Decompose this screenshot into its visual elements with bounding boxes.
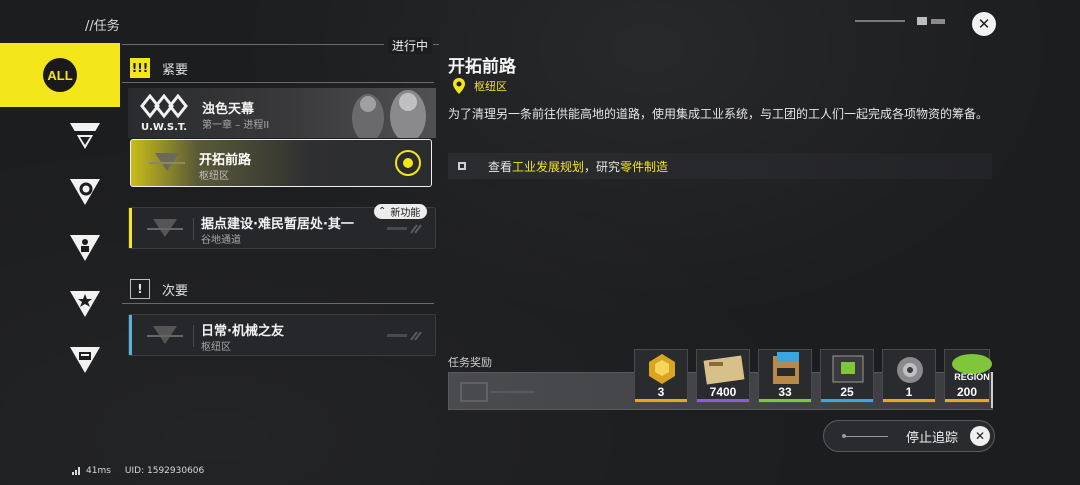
quest-title: 据点建设·难民暂居处·其一 <box>201 217 354 232</box>
footer-status: 41ms UID: 1592930606 <box>72 466 204 476</box>
card-separator <box>193 218 194 240</box>
quest-emblem-icon <box>147 219 183 237</box>
detail-location: 枢纽区 <box>452 78 507 94</box>
section-divider <box>122 303 434 304</box>
side-quest-icon[interactable] <box>68 175 102 209</box>
story-quest-title: 浊色天幕 <box>202 102 255 117</box>
reward-item-voucher[interactable]: 7400 <box>696 349 750 403</box>
rarity-bar <box>759 399 811 402</box>
category-all-label: ALL <box>43 58 77 92</box>
secondary-icon: ! <box>130 279 150 299</box>
uwst-logo: U.W.S.T. <box>140 94 188 133</box>
rarity-bar <box>821 399 873 402</box>
quest-description: 为了清理另一条前往供能高地的道路，使用集成工业系统，与工团的工人们一起完成各项物… <box>448 107 989 121</box>
section-urgent-label: 紧要 <box>162 62 189 78</box>
reward-quantity: 25 <box>840 385 854 399</box>
location-pin-icon <box>453 78 465 94</box>
rarity-bar <box>945 399 989 402</box>
character-icon[interactable] <box>68 231 102 265</box>
quest-subtitle: 枢纽区 <box>201 342 231 353</box>
rewards-label: 任务奖励 <box>448 356 492 369</box>
network-ping: 41ms <box>72 466 111 476</box>
page-title: //任务 <box>85 19 120 34</box>
ping-value: 41ms <box>86 466 111 476</box>
reward-quantity: 7400 <box>709 385 737 399</box>
close-button[interactable]: ✕ <box>972 12 996 36</box>
quest-title: 开拓前路 <box>199 153 252 168</box>
user-uid: UID: 1592930606 <box>124 466 205 476</box>
category-rail: ALL <box>0 43 120 443</box>
new-feature-label: 新功能 <box>390 208 421 219</box>
urgent-stripe <box>129 208 132 248</box>
quest-title: 日常·机械之友 <box>201 324 284 339</box>
reward-quantity: 33 <box>778 385 792 399</box>
reward-item-exp-record[interactable]: 33 <box>758 349 812 403</box>
signal-icon <box>72 467 80 475</box>
close-icon: ✕ <box>977 15 991 33</box>
card-tag-decoration <box>387 331 422 341</box>
story-quest-card[interactable]: U.W.S.T. 浊色天幕 第一章 – 进程II <box>128 88 436 138</box>
detail-title: 开拓前路 <box>448 57 516 77</box>
quest-card-daily[interactable]: 日常·机械之友 枢纽区 <box>128 314 436 356</box>
rarity-bar <box>883 399 935 402</box>
double-chevron-up-icon: ⌃ <box>378 206 387 217</box>
star-icon[interactable] <box>68 287 102 321</box>
reward-item-gear-core[interactable]: 1 <box>882 349 936 403</box>
list-top-divider <box>122 44 384 45</box>
voucher-icon <box>703 355 745 385</box>
rarity-bar <box>697 399 749 402</box>
reward-item-region-token[interactable]: REGION 200 <box>944 349 992 403</box>
card-tag-decoration <box>387 224 422 234</box>
exp-record-icon <box>773 352 799 384</box>
circuit-module-icon <box>832 355 864 383</box>
category-all[interactable]: ALL <box>0 43 120 107</box>
secondary-stripe <box>129 315 132 355</box>
rarity-bar <box>635 399 687 402</box>
stop-tracking-label: 停止追踪 <box>906 430 959 446</box>
stop-tracking-button[interactable]: 停止追踪 ✕ <box>823 420 995 452</box>
reward-quantity: 3 <box>657 385 665 399</box>
tracking-target-icon <box>395 150 421 176</box>
gold-crystal-icon <box>649 354 675 384</box>
svg-text:REGION: REGION <box>954 372 990 382</box>
reward-quantity: 1 <box>905 385 913 399</box>
section-secondary-label: 次要 <box>162 283 189 299</box>
header-decoration <box>855 17 945 25</box>
location-label: 枢纽区 <box>474 80 507 93</box>
character-artwork <box>352 90 426 138</box>
section-urgent: !!! 紧要 <box>130 58 188 78</box>
endfield-main-icon[interactable] <box>68 119 102 153</box>
quest-subtitle: 谷地通道 <box>201 235 241 246</box>
quest-subtitle: 枢纽区 <box>199 171 229 182</box>
facility-icon[interactable] <box>68 343 102 377</box>
section-secondary: ! 次要 <box>130 279 188 299</box>
objective-checkbox-icon <box>458 162 466 170</box>
list-top-divider-tail <box>433 44 439 45</box>
quest-emblem-icon <box>149 153 185 171</box>
crate-watermark-icon <box>460 382 535 402</box>
objective-link-industry-plan[interactable]: 工业发展规划 <box>512 160 584 174</box>
uwst-logo-text: U.W.S.T. <box>141 122 187 133</box>
quest-emblem-icon <box>147 326 183 344</box>
urgent-icon: !!! <box>130 58 150 78</box>
reward-item-circuit-module[interactable]: 25 <box>820 349 874 403</box>
reward-item-gold-crystal[interactable]: 3 <box>634 349 688 403</box>
card-separator <box>193 325 194 347</box>
reward-quantity: 200 <box>956 385 978 399</box>
story-quest-subtitle: 第一章 – 进程II <box>202 120 270 131</box>
new-feature-badge: ⌃ 新功能 <box>374 204 428 219</box>
rewards-scrollbar[interactable] <box>991 372 993 408</box>
status-tag: 进行中 <box>388 37 433 54</box>
quest-card-active[interactable]: 开拓前路 枢纽区 <box>130 139 432 187</box>
objective-text: 查看工业发展规划，研究零件制造 <box>488 159 669 174</box>
close-icon: ✕ <box>970 426 991 446</box>
gear-core-icon <box>897 357 923 383</box>
objective-link-parts-manufacturing[interactable]: 零件制造 <box>620 160 668 174</box>
objective-row[interactable]: 查看工业发展规划，研究零件制造 <box>448 153 992 179</box>
section-divider <box>122 82 434 83</box>
track-line-decoration <box>842 433 888 438</box>
